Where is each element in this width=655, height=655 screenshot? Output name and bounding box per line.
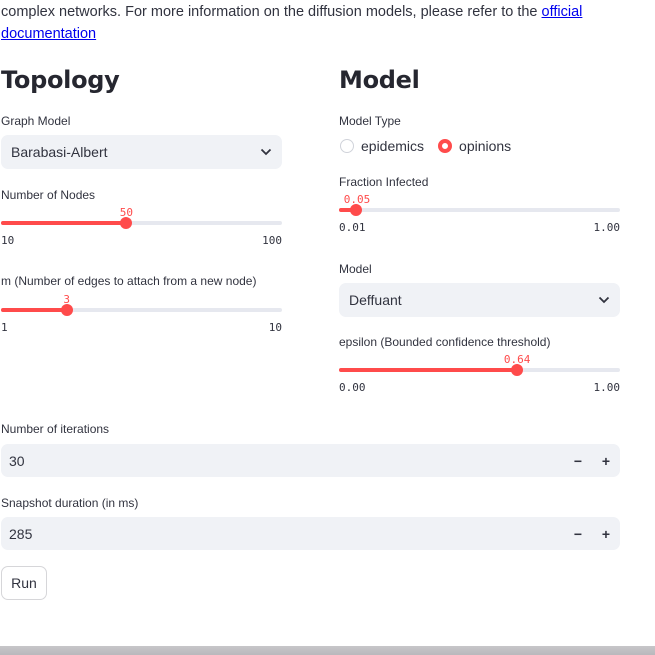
bottom-scroll-edge — [0, 646, 655, 655]
chevron-down-icon — [598, 294, 610, 306]
model-type-radio-group: epidemics opinions — [340, 138, 511, 154]
slider-track[interactable] — [339, 208, 620, 212]
iterations-decrement-button[interactable]: − — [564, 444, 592, 477]
topology-heading: Topology — [1, 66, 120, 94]
snapshot-increment-button[interactable]: + — [592, 517, 620, 550]
slider-max: 1.00 — [593, 381, 621, 394]
graph-model-label: Graph Model — [1, 114, 71, 128]
model-type-label: Model Type — [339, 114, 401, 128]
intro-paragraph: complex networks. For more information o… — [1, 1, 641, 45]
graph-model-value: Barabasi-Albert — [11, 144, 108, 160]
slider-min: 0.00 — [339, 381, 366, 394]
epsilon-label: epsilon (Bounded confidence threshold) — [339, 335, 551, 349]
slider-thumb[interactable] — [349, 204, 362, 216]
snapshot-value[interactable]: 285 — [9, 526, 564, 542]
iterations-increment-button[interactable]: + — [592, 444, 620, 477]
iterations-value[interactable]: 30 — [9, 453, 564, 469]
model-select-label: Model — [339, 262, 372, 276]
nodes-slider[interactable]: 50 10 100 — [1, 206, 282, 247]
fraction-infected-slider[interactable]: 0.05 0.01 1.00 — [339, 193, 621, 234]
m-label: m (Number of edges to attach from a new … — [1, 274, 257, 288]
slider-fill — [1, 221, 127, 225]
snapshot-input[interactable]: 285 − + — [1, 517, 620, 550]
slider-thumb[interactable] — [120, 217, 133, 229]
graph-model-select[interactable]: Barabasi-Albert — [1, 135, 282, 169]
official-documentation-link-continued[interactable]: documentation — [1, 26, 96, 42]
snapshot-decrement-button[interactable]: − — [564, 517, 592, 550]
radio-checked-icon — [438, 139, 453, 153]
run-button[interactable]: Run — [1, 566, 47, 600]
slider-fill — [1, 308, 67, 312]
chevron-down-icon — [260, 146, 272, 158]
fraction-infected-label: Fraction Infected — [339, 175, 429, 189]
nodes-label: Number of Nodes — [1, 188, 96, 202]
slider-thumb[interactable] — [511, 364, 524, 376]
radio-label: opinions — [459, 138, 512, 154]
model-select-value: Deffuant — [349, 292, 402, 308]
model-select[interactable]: Deffuant — [339, 283, 620, 317]
intro-text: complex networks. For more information o… — [1, 4, 542, 20]
epsilon-slider[interactable]: 0.64 0.00 1.00 — [339, 353, 621, 394]
slider-min: 10 — [1, 234, 15, 247]
radio-epidemics[interactable]: epidemics — [340, 138, 424, 154]
model-heading: Model — [339, 66, 420, 94]
slider-min: 1 — [1, 321, 8, 334]
radio-label: epidemics — [361, 138, 425, 154]
iterations-label: Number of iterations — [1, 422, 110, 436]
slider-thumb[interactable] — [60, 304, 73, 316]
slider-max: 10 — [268, 321, 282, 334]
snapshot-label: Snapshot duration (in ms) — [1, 496, 139, 510]
radio-opinions[interactable]: opinions — [438, 138, 511, 154]
slider-min: 0.01 — [339, 221, 366, 234]
slider-max: 1.00 — [593, 221, 621, 234]
iterations-input[interactable]: 30 − + — [1, 444, 620, 477]
official-documentation-link[interactable]: official — [542, 4, 583, 20]
m-slider[interactable]: 3 1 10 — [1, 293, 282, 334]
slider-max: 100 — [262, 234, 282, 247]
radio-unchecked-icon — [340, 139, 354, 153]
slider-fill — [339, 368, 518, 372]
